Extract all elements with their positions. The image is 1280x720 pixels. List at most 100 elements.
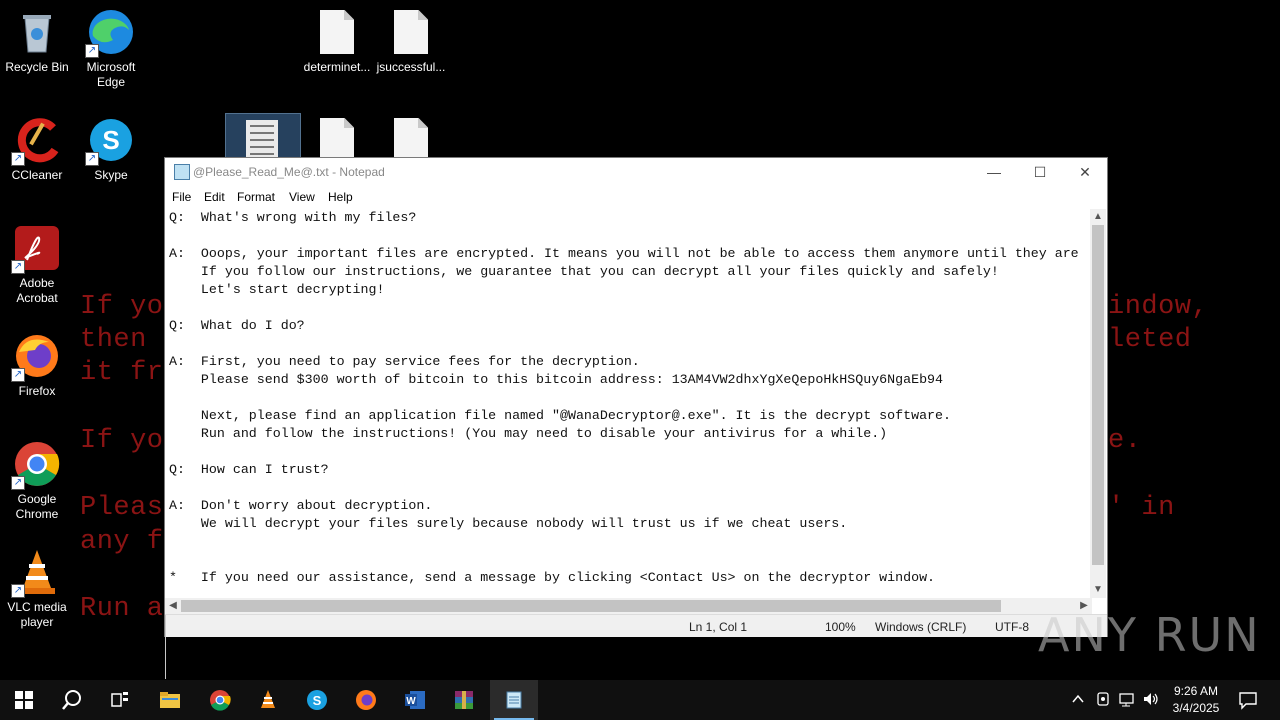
desktop-file-selected[interactable] [225,113,301,161]
zoom-level: 100% [825,620,856,634]
desktop-file[interactable]: determinet... [300,10,374,75]
desktop-icon-adobe-acrobat[interactable]: ↗ Adobe Acrobat [0,224,74,306]
shortcut-arrow-icon: ↗ [85,152,99,166]
desktop-icon-vlc-media-player[interactable]: ↗ VLC media player [0,548,74,630]
maximize-button[interactable]: ☐ [1017,158,1063,186]
file-icon [394,118,428,162]
wallpaper-text: it fr [80,358,164,388]
desktop-icon-skype[interactable]: S ↗ Skype [74,116,148,183]
notepad-window[interactable]: @Please_Read_Me@.txt - Notepad — ☐ ✕ Fil… [164,157,1108,679]
menu-edit[interactable]: Edit [204,190,225,204]
encoding: UTF-8 [995,620,1029,634]
desktop-file-label: determinet... [303,60,371,74]
minimize-button[interactable]: — [971,158,1017,186]
status-divider [165,631,166,647]
shortcut-arrow-icon: ↗ [85,44,99,58]
status-divider [165,647,166,663]
scroll-up-icon[interactable]: ▲ [1090,209,1106,225]
network-icon [1119,693,1134,707]
vlc-icon: ↗ [11,548,61,598]
wallpaper-text: Pleas [80,493,164,523]
search-button[interactable] [48,680,96,720]
desktop-icon-label: Microsoft Edge [86,60,136,89]
file-icon [394,10,428,54]
desktop-icon-recycle-bin[interactable]: Recycle Bin [0,8,74,75]
menu-view[interactable]: View [289,190,315,204]
notepad-icon [174,164,190,180]
notification-icon [1239,692,1257,710]
chrome-icon [210,690,231,711]
taskbar-chrome[interactable] [196,680,244,720]
vertical-scrollbar[interactable]: ▲ ▼ [1090,209,1106,598]
wallpaper-text: any f [80,527,164,557]
desktop-icon-label: VLC media player [7,600,67,629]
tray-network[interactable] [1118,691,1136,710]
system-clock[interactable]: 9:26 AM 3/4/2025 [1168,683,1224,717]
title-bar[interactable]: @Please_Read_Me@.txt - Notepad — ☐ ✕ [165,158,1107,186]
wallpaper-text: If yo [80,426,164,456]
clock-time: 9:26 AM [1173,684,1219,698]
text-editor[interactable]: Q: What's wrong with my files? A: Ooops,… [165,209,1092,598]
tray-volume[interactable] [1142,691,1160,710]
desktop-icon-firefox[interactable]: ↗ Firefox [0,332,74,399]
windows-icon [15,691,33,709]
desktop-file[interactable]: jsuccessful... [374,10,448,75]
skype-icon: S [307,690,327,710]
taskbar-winrar[interactable] [440,680,488,720]
task-view-icon [111,692,128,707]
desktop-icon-label: Firefox [18,384,56,398]
menu-file[interactable]: File [172,190,191,204]
desktop-icon-google-chrome[interactable]: ↗ Google Chrome [0,440,74,522]
line-ending: Windows (CRLF) [875,620,967,634]
skype-icon: S ↗ [85,116,135,166]
desktop-icon-microsoft-edge[interactable]: ↗ Microsoft Edge [74,8,148,90]
close-button[interactable]: ✕ [1062,158,1108,186]
desktop-file[interactable] [374,118,448,162]
task-view-button[interactable] [96,680,144,720]
firefox-icon [356,690,376,710]
tray-device-icon[interactable] [1095,691,1111,710]
taskbar-word[interactable]: W [391,680,439,720]
menu-help[interactable]: Help [328,190,353,204]
taskbar-vlc[interactable] [244,680,292,720]
edge-icon: ↗ [85,8,135,58]
desktop-icon-label: Adobe Acrobat [16,276,58,305]
status-divider [165,615,166,631]
desktop-file[interactable] [300,118,374,162]
taskbar-skype[interactable]: S [293,680,341,720]
file-icon [320,10,354,54]
taskbar-firefox[interactable] [342,680,390,720]
window-title: @Please_Read_Me@.txt - Notepad [193,165,385,179]
desktop-icon-label: Recycle Bin [5,60,69,74]
horizontal-scroll-thumb[interactable] [181,600,1001,612]
chevron-up-icon [1072,694,1084,703]
firefox-icon: ↗ [11,332,61,382]
scroll-left-icon[interactable]: ◀ [165,598,181,614]
notepad-icon [506,691,522,709]
wallpaper-text: indow, [1108,292,1209,322]
folder-icon [160,692,180,708]
start-button[interactable] [0,680,48,720]
taskbar-file-explorer[interactable] [146,680,194,720]
wallpaper-text: ' in [1108,493,1175,523]
shortcut-arrow-icon: ↗ [11,260,25,274]
menu-bar: File Edit Format View Help [165,186,1107,208]
chrome-icon: ↗ [11,440,61,490]
wallpaper-text: then [80,325,147,355]
action-center-button[interactable] [1238,690,1258,713]
status-divider [165,663,166,679]
menu-format[interactable]: Format [237,190,275,204]
taskbar-notepad[interactable] [490,680,538,720]
word-icon: W [405,691,425,709]
wallpaper-text: If yo [80,292,164,322]
show-hidden-icons[interactable] [1070,691,1086,710]
document-text[interactable]: Q: What's wrong with my files? A: Ooops,… [165,209,1092,587]
shortcut-arrow-icon: ↗ [11,584,25,598]
scroll-down-icon[interactable]: ▼ [1090,582,1106,598]
winrar-icon [455,691,473,709]
clock-date: 3/4/2025 [1172,701,1220,715]
desktop-icon-ccleaner[interactable]: ↗ CCleaner [0,116,74,183]
text-document-icon [246,120,278,158]
horizontal-scrollbar[interactable]: ◀ ▶ [165,598,1092,614]
vertical-scroll-thumb[interactable] [1092,225,1104,565]
